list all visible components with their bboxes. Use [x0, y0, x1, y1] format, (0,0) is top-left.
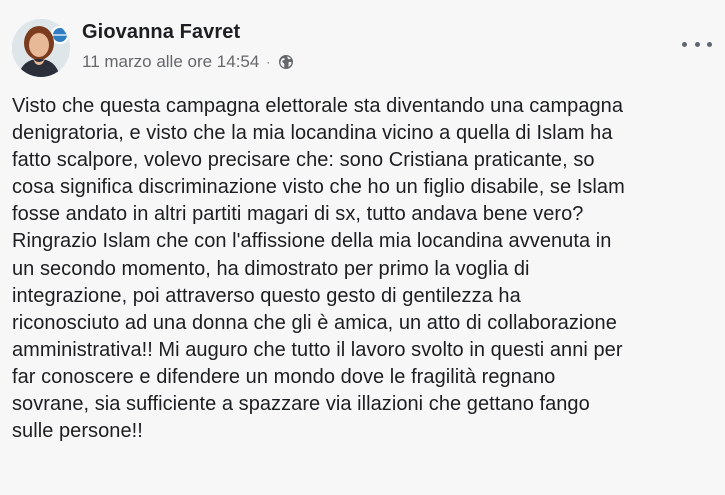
globe-icon[interactable] [278, 54, 294, 70]
post-timestamp[interactable]: 11 marzo alle ore 14:54 [82, 52, 259, 72]
facebook-post: Giovanna Favret 11 marzo alle ore 14:54 … [0, 0, 725, 495]
post-header: Giovanna Favret 11 marzo alle ore 14:54 … [12, 16, 712, 80]
post-message: Visto che questa campagna elettorale sta… [12, 95, 625, 443]
post-meta: 11 marzo alle ore 14:54 · [82, 52, 294, 72]
avatar[interactable] [12, 19, 70, 77]
more-dot [682, 41, 687, 47]
avatar-photo [12, 19, 70, 77]
more-dot [707, 41, 712, 47]
meta-separator: · [266, 55, 271, 69]
author-name[interactable]: Giovanna Favret [82, 21, 240, 44]
more-dot [694, 41, 700, 47]
more-options-icon[interactable] [682, 34, 712, 54]
